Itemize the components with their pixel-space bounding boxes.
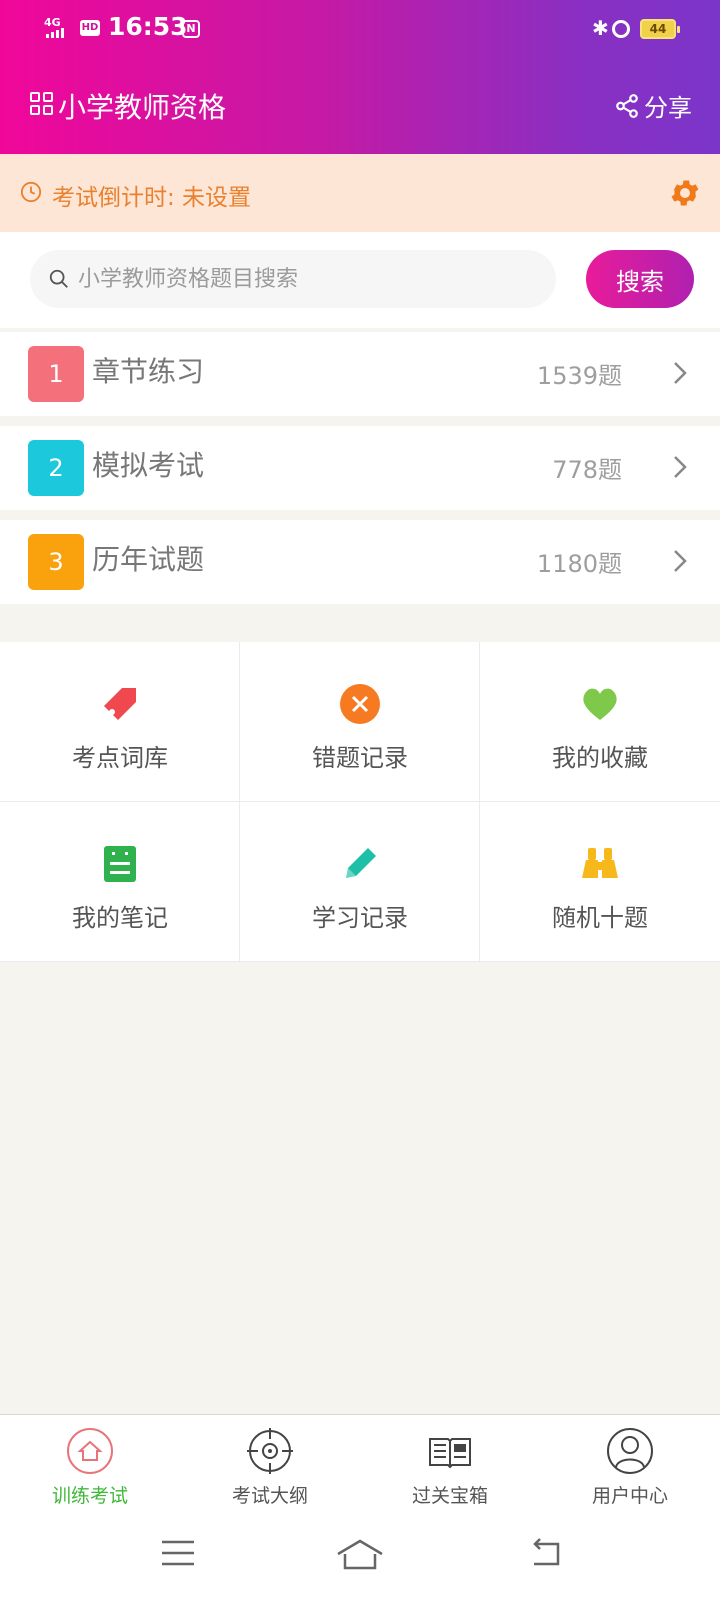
menu-grid-icon[interactable] (30, 92, 54, 116)
feature-label: 我的收藏 (552, 744, 648, 772)
clock-icon (20, 181, 42, 203)
feature-study-records[interactable]: 学习记录 (240, 802, 480, 962)
home-nav-icon[interactable] (336, 1538, 384, 1572)
tab-pass-treasure[interactable]: 过关宝箱 (360, 1415, 540, 1515)
chevron-right-icon (674, 362, 687, 384)
gear-icon[interactable] (668, 176, 702, 210)
countdown-label: 考试倒计时: 未设置 (52, 185, 252, 211)
tab-user-center[interactable]: 用户中心 (540, 1415, 720, 1515)
hd-badge: HD (80, 20, 100, 36)
item-question-count: 1539题 (536, 362, 622, 390)
feature-favorites[interactable]: 我的收藏 (480, 642, 720, 802)
practice-item-mock-exam[interactable]: 2 模拟考试 778题 (0, 426, 720, 510)
app-header: 4G HD 16:53 N ✱ 44 小学教师资格 分享 (0, 0, 720, 154)
tab-training-exam[interactable]: 训练考试 (0, 1415, 180, 1515)
share-button[interactable]: 分享 (614, 88, 692, 123)
bottom-tab-bar: 训练考试 考试大纲 过关宝箱 用户中心 (0, 1414, 720, 1514)
back-icon[interactable] (528, 1538, 564, 1568)
share-label: 分享 (644, 94, 692, 122)
binoculars-icon (582, 848, 618, 878)
feature-grid: 考点词库 错题记录 我的收藏 我的笔记 学习记录 随机十题 (0, 642, 720, 962)
signal-icon (46, 28, 64, 38)
feature-label: 学习记录 (312, 904, 408, 932)
page-title: 小学教师资格 (58, 91, 227, 124)
chevron-right-icon (674, 456, 687, 478)
pencil-icon (346, 848, 376, 878)
tab-label: 考试大纲 (231, 1485, 308, 1507)
item-question-count: 778题 (552, 456, 622, 484)
feature-random-ten[interactable]: 随机十题 (480, 802, 720, 962)
home-icon (67, 1428, 113, 1474)
tab-exam-outline[interactable]: 考试大纲 (180, 1415, 360, 1515)
item-number-badge: 3 (28, 534, 84, 590)
search-icon (49, 269, 68, 288)
heart-icon (583, 688, 617, 720)
search-box[interactable] (30, 250, 556, 308)
feature-label: 随机十题 (552, 904, 648, 932)
item-number-badge: 2 (28, 440, 84, 496)
share-icon (616, 93, 638, 118)
tab-label: 用户中心 (591, 1485, 668, 1507)
news-book-icon (429, 1438, 471, 1469)
chevron-right-icon (674, 550, 687, 572)
item-name: 历年试题 (92, 543, 205, 576)
practice-item-chapter[interactable]: 1 章节练习 1539题 (0, 332, 720, 416)
item-question-count: 1180题 (536, 550, 622, 578)
tab-label: 过关宝箱 (411, 1485, 488, 1507)
user-icon (607, 1428, 653, 1474)
bluetooth-icon: ✱ (592, 16, 609, 40)
feature-label: 我的笔记 (72, 904, 168, 932)
alarm-icon (612, 20, 630, 38)
target-icon (247, 1428, 293, 1474)
feature-label: 考点词库 (72, 744, 168, 772)
search-input[interactable] (78, 250, 538, 308)
feature-label: 错题记录 (312, 744, 408, 772)
battery-icon: 44 (640, 19, 680, 39)
tab-label: 训练考试 (51, 1485, 128, 1507)
search-button[interactable]: 搜索 (586, 250, 694, 308)
tag-icon (104, 688, 136, 720)
search-section: 搜索 (0, 232, 720, 328)
exam-countdown-banner[interactable]: 考试倒计时: 未设置 (0, 154, 720, 232)
system-navigation-bar (0, 1514, 720, 1600)
practice-item-past-papers[interactable]: 3 历年试题 1180题 (0, 520, 720, 604)
close-circle-icon (340, 684, 380, 724)
feature-keyword-bank[interactable]: 考点词库 (0, 642, 240, 802)
feature-wrong-records[interactable]: 错题记录 (240, 642, 480, 802)
clock-time: 16:53 (108, 12, 188, 41)
notebook-icon (104, 846, 136, 882)
item-name: 模拟考试 (92, 449, 205, 482)
status-bar: 4G HD 16:53 N ✱ 44 (0, 0, 720, 60)
title-bar: 小学教师资格 分享 (0, 82, 720, 132)
feature-notes[interactable]: 我的笔记 (0, 802, 240, 962)
item-name: 章节练习 (92, 355, 205, 388)
notification-app-icon: N (182, 20, 200, 38)
item-number-badge: 1 (28, 346, 84, 402)
menu-icon[interactable] (160, 1538, 196, 1568)
